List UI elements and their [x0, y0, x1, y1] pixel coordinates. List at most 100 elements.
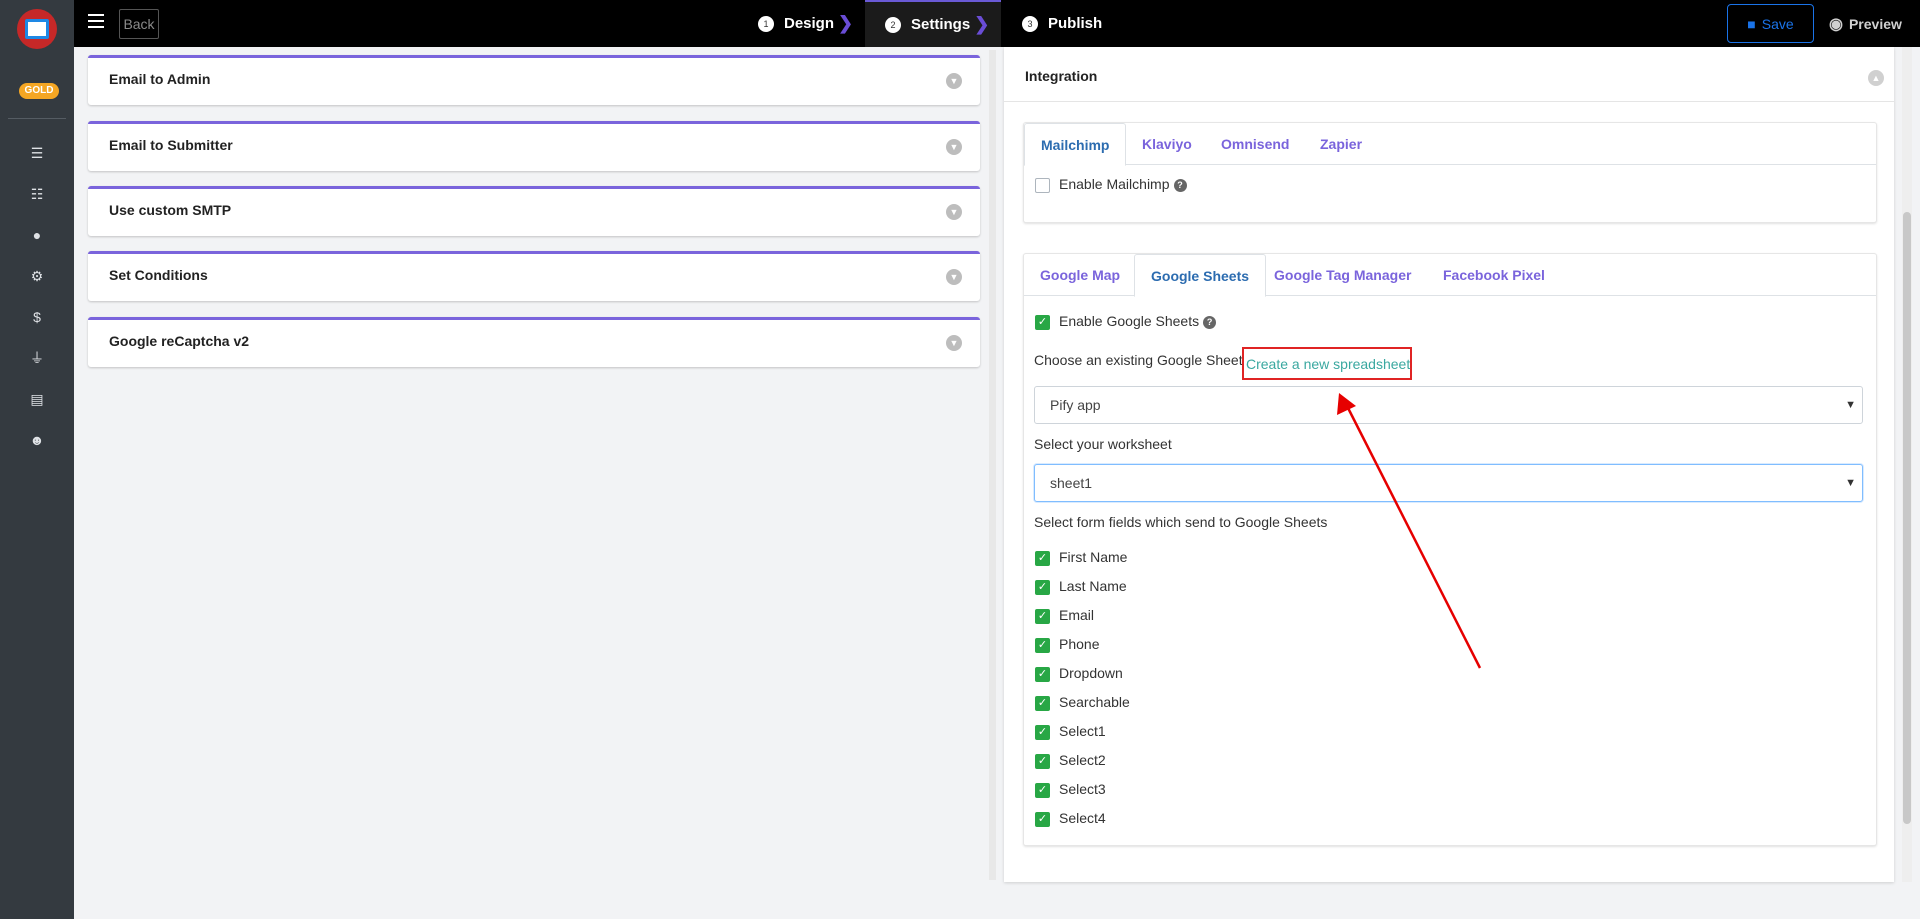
- tab-google-map[interactable]: Google Map: [1024, 254, 1136, 296]
- tasks-icon[interactable]: ☷: [27, 184, 47, 204]
- app-logo[interactable]: [17, 9, 57, 49]
- step-label: Settings: [911, 16, 971, 33]
- step-settings[interactable]: 2 Settings ❯: [865, 0, 1001, 47]
- tab-klaviyo[interactable]: Klaviyo: [1126, 123, 1208, 165]
- field-label: Dropdown: [1059, 665, 1123, 681]
- sheet-select-value: Pify app: [1050, 397, 1101, 413]
- field-checkbox[interactable]: ✓: [1035, 580, 1050, 595]
- enable-sheets-label: Enable Google Sheets?: [1059, 313, 1217, 329]
- email-tabs: Mailchimp Klaviyo Omnisend Zapier: [1024, 123, 1876, 166]
- sidebar: GOLD ☰ ☷ ● ⚙ $ ⏚ ▤ ☻: [0, 0, 74, 919]
- field-label: Searchable: [1059, 694, 1130, 710]
- accordion-title: Email to Submitter: [109, 137, 233, 153]
- field-checkbox[interactable]: ✓: [1035, 551, 1050, 566]
- tab-google-sheets[interactable]: Google Sheets: [1134, 254, 1267, 297]
- chevron-down-icon[interactable]: ▼: [946, 335, 962, 351]
- preview-label: Preview: [1848, 15, 1902, 32]
- step-design[interactable]: 1 Design ❯: [758, 0, 853, 47]
- tab-mailchimp[interactable]: Mailchimp: [1024, 123, 1127, 166]
- hamburger-menu-icon[interactable]: [88, 14, 104, 28]
- chevron-down-icon[interactable]: ▼: [946, 269, 962, 285]
- accordion-recaptcha[interactable]: Google reCaptcha v2 ▼: [88, 317, 980, 367]
- user-icon[interactable]: ●: [27, 225, 47, 245]
- field-checkbox[interactable]: ✓: [1035, 754, 1050, 769]
- accordion-email-to-submitter[interactable]: Email to Submitter ▼: [88, 121, 980, 171]
- chevron-right-icon: ❯: [838, 13, 854, 33]
- step-label: Publish: [1048, 15, 1103, 32]
- worksheet-select-value: sheet1: [1050, 475, 1093, 491]
- field-checkbox[interactable]: ✓: [1035, 667, 1050, 682]
- eye-icon: ◉: [1829, 15, 1843, 33]
- chevron-up-icon[interactable]: ▲: [1868, 70, 1884, 86]
- chevron-down-icon[interactable]: ▼: [946, 73, 962, 89]
- chevron-down-icon: ▼: [1845, 477, 1856, 489]
- field-checkbox[interactable]: ✓: [1035, 783, 1050, 798]
- enable-mailchimp-checkbox[interactable]: [1035, 178, 1050, 193]
- top-bar: Back 1 Design ❯ 2 Settings ❯ 3 Publish ■…: [74, 0, 1920, 47]
- sheet-select[interactable]: Pify app ▼: [1034, 386, 1863, 424]
- accordion-set-conditions[interactable]: Set Conditions ▼: [88, 251, 980, 301]
- save-button[interactable]: ■ Save: [1727, 4, 1814, 43]
- plan-badge: GOLD: [19, 83, 59, 99]
- question-circle-icon[interactable]: ?: [1203, 316, 1217, 329]
- column-scrollbar[interactable]: [989, 50, 996, 880]
- question-circle-icon[interactable]: ?: [1173, 179, 1187, 192]
- chevron-down-icon: ▼: [1845, 399, 1856, 411]
- highlight-box: Create a new spreadsheet: [1242, 347, 1412, 380]
- field-checkbox[interactable]: ✓: [1035, 696, 1050, 711]
- page-scrollbar-thumb[interactable]: [1903, 212, 1911, 824]
- tab-zapier[interactable]: Zapier: [1304, 123, 1378, 165]
- field-label: First Name: [1059, 549, 1128, 565]
- field-checkbox[interactable]: ✓: [1035, 638, 1050, 653]
- list-icon[interactable]: ☰: [27, 143, 47, 163]
- step-label: Design: [784, 15, 835, 32]
- tab-omnisend[interactable]: Omnisend: [1205, 123, 1305, 165]
- create-spreadsheet-link[interactable]: Create a new spreadsheet: [1246, 356, 1410, 372]
- accordion-title: Set Conditions: [109, 267, 208, 283]
- step-number: 1: [758, 15, 774, 32]
- dollar-icon[interactable]: $: [27, 307, 47, 327]
- worksheet-select[interactable]: sheet1 ▼: [1034, 464, 1863, 502]
- step-publish[interactable]: 3 Publish: [1022, 0, 1102, 47]
- chevron-right-icon: ❯: [974, 14, 990, 34]
- field-label: Select4: [1059, 810, 1106, 826]
- chevron-down-icon[interactable]: ▼: [946, 204, 962, 220]
- field-label: Email: [1059, 607, 1095, 623]
- smiley-icon[interactable]: ☻: [27, 430, 47, 450]
- google-tabs: Google Map Google Sheets Google Tag Mana…: [1024, 254, 1876, 297]
- choose-sheet-label: Choose an existing Google Sheet: [1034, 352, 1243, 368]
- preview-button[interactable]: ◉ Preview: [1829, 0, 1902, 47]
- plug-icon[interactable]: ⏚: [27, 348, 47, 368]
- field-checkbox[interactable]: ✓: [1035, 725, 1050, 740]
- file-icon[interactable]: ▤: [27, 389, 47, 409]
- field-checkbox[interactable]: ✓: [1035, 812, 1050, 827]
- sidebar-divider: [8, 118, 66, 119]
- field-label: Select3: [1059, 781, 1106, 797]
- field-checkbox[interactable]: ✓: [1035, 609, 1050, 624]
- floppy-disk-icon: ■: [1747, 15, 1756, 32]
- enable-mailchimp-label: Enable Mailchimp?: [1059, 176, 1187, 192]
- accordion-title: Use custom SMTP: [109, 202, 232, 218]
- gear-icon[interactable]: ⚙: [27, 266, 47, 286]
- field-label: Last Name: [1059, 578, 1127, 594]
- enable-sheets-checkbox[interactable]: ✓: [1035, 315, 1050, 330]
- logo-icon: [25, 19, 49, 39]
- worksheet-label: Select your worksheet: [1034, 436, 1172, 452]
- field-label: Select1: [1059, 723, 1106, 739]
- save-label: Save: [1761, 15, 1794, 32]
- google-integrations-card: Google Map Google Sheets Google Tag Mana…: [1023, 253, 1877, 846]
- tab-facebook-pixel[interactable]: Facebook Pixel: [1427, 254, 1561, 296]
- chevron-down-icon[interactable]: ▼: [946, 139, 962, 155]
- integration-panel: Integration ▲ Mailchimp Klaviyo Omnisend…: [1004, 47, 1894, 882]
- accordion-email-to-admin[interactable]: Email to Admin ▼: [88, 55, 980, 105]
- accordion-custom-smtp[interactable]: Use custom SMTP ▼: [88, 186, 980, 236]
- tab-google-tag-manager[interactable]: Google Tag Manager: [1258, 254, 1427, 296]
- step-number: 2: [885, 16, 901, 33]
- accordion-title: Email to Admin: [109, 71, 211, 87]
- accordion-title: Google reCaptcha v2: [109, 333, 250, 349]
- field-label: Phone: [1059, 636, 1100, 652]
- fields-label: Select form fields which send to Google …: [1034, 514, 1328, 530]
- divider: [1004, 101, 1894, 102]
- back-button[interactable]: Back: [119, 9, 159, 39]
- field-label: Select2: [1059, 752, 1106, 768]
